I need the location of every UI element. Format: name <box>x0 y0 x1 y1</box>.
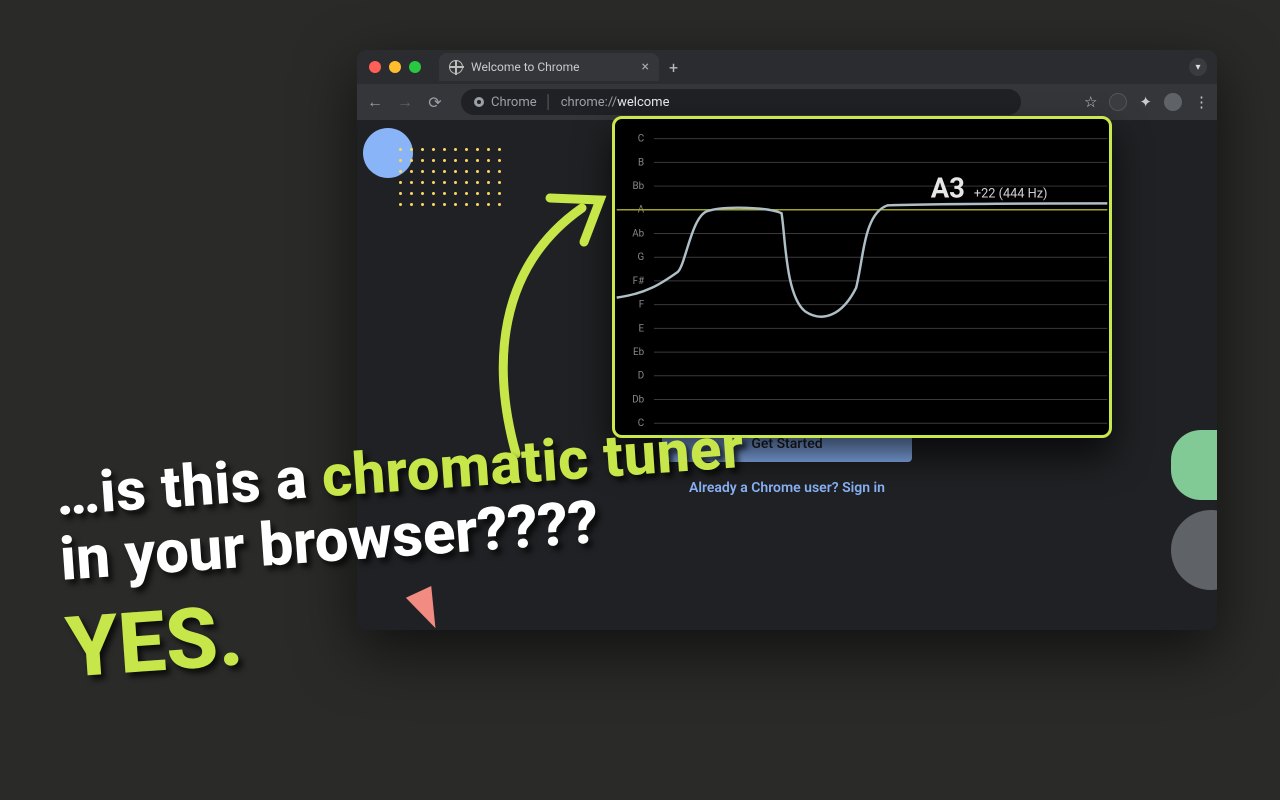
minimize-window-icon[interactable] <box>389 61 401 73</box>
back-button[interactable]: ← <box>365 92 385 112</box>
tuner-row-label: Eb <box>633 347 645 358</box>
tuner-row-label: D <box>638 371 644 382</box>
url: chrome://welcome <box>561 95 670 110</box>
tuner-row-label: Bb <box>633 181 645 192</box>
globe-icon <box>449 60 463 74</box>
tuner-row-label: Db <box>632 394 644 405</box>
reload-button[interactable]: ⟳ <box>425 93 445 112</box>
maximize-window-icon[interactable] <box>409 61 421 73</box>
extension-icon[interactable] <box>1109 93 1127 111</box>
site-chip: Chrome <box>473 95 537 110</box>
tuner-row-label: E <box>639 323 645 334</box>
tuner-pitch-trace <box>617 203 1108 316</box>
url-path: welcome <box>617 95 669 110</box>
tuner-cents-label: +22 (444 Hz) <box>974 187 1048 202</box>
chrome-icon <box>473 96 485 108</box>
chromatic-tuner-popup[interactable]: CBBbAAbGF#FEEbDDbC A3 +22 (444 Hz) <box>612 116 1112 438</box>
toolbar: ← → ⟳ Chrome │ chrome://welcome ☆ ✦ ⋮ <box>357 84 1217 120</box>
new-tab-button[interactable]: + <box>669 58 678 77</box>
site-chip-label: Chrome <box>491 95 537 110</box>
decor-dot-grid <box>399 148 504 209</box>
promo-overlay: …is this a chromatic tuner in your brows… <box>53 378 1267 697</box>
bookmark-star-icon[interactable]: ☆ <box>1084 93 1097 111</box>
titlebar: Welcome to Chrome × + ▾ <box>357 50 1217 84</box>
close-tab-icon[interactable]: × <box>642 59 649 75</box>
address-bar[interactable]: Chrome │ chrome://welcome <box>461 89 1021 115</box>
tuner-row-label: F# <box>633 276 644 287</box>
url-protocol: chrome:// <box>561 95 617 110</box>
kebab-menu-icon[interactable]: ⋮ <box>1194 93 1209 111</box>
omnibox-separator: │ <box>545 94 553 110</box>
close-window-icon[interactable] <box>369 61 381 73</box>
tab-title: Welcome to Chrome <box>471 60 579 74</box>
tab-overflow-button[interactable]: ▾ <box>1189 58 1207 76</box>
tuner-row-label: G <box>637 252 644 263</box>
tuner-row-label: F <box>639 300 645 311</box>
browser-tab[interactable]: Welcome to Chrome × <box>439 53 659 81</box>
extensions-puzzle-icon[interactable]: ✦ <box>1139 93 1152 111</box>
profile-avatar-icon[interactable] <box>1164 93 1182 111</box>
tuner-note-label: A3 <box>931 173 965 205</box>
tuner-row-label: B <box>638 157 644 168</box>
tuner-row-label: Ab <box>632 228 644 239</box>
window-controls <box>369 61 421 73</box>
tuner-canvas: CBBbAAbGF#FEEbDDbC A3 +22 (444 Hz) <box>615 119 1109 435</box>
tuner-row-label: C <box>638 134 644 145</box>
forward-button[interactable]: → <box>395 92 415 112</box>
